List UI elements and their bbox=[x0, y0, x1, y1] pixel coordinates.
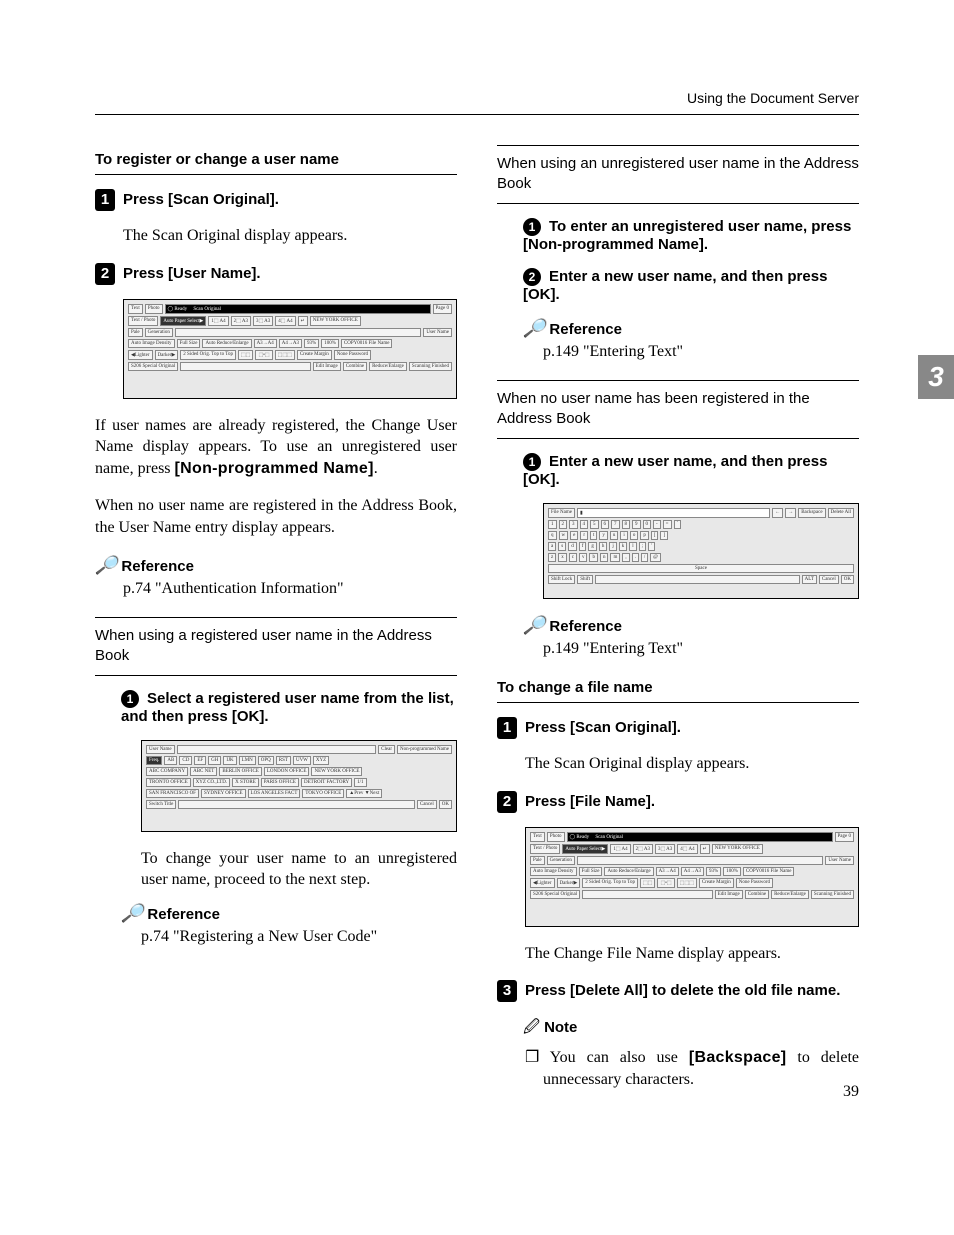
page-header: Using the Document Server bbox=[95, 90, 859, 114]
reference-icon: 🔎 bbox=[95, 555, 117, 575]
reference-body-1: p.74 "Authentication Information" bbox=[123, 578, 457, 600]
step-1-text: Press [Scan Original]. bbox=[123, 191, 279, 208]
screenshot-scan-original-2: TextPhoto◯ Ready Scan OriginalPage 0 Tex… bbox=[525, 827, 859, 927]
side-tab: 3 bbox=[918, 355, 954, 399]
reference-body-2: p.74 "Registering a New User Code" bbox=[141, 926, 457, 948]
reference-heading-1: 🔎Reference bbox=[95, 555, 457, 576]
step-3f-text: Press [Delete All] to delete the old fil… bbox=[525, 982, 840, 999]
step-marker-1f: 1 bbox=[497, 717, 517, 739]
section-title-change-filename: To change a file name bbox=[497, 679, 859, 703]
screenshot-user-name-list: User NameClearNon-programmed Name Freq.A… bbox=[141, 740, 457, 832]
reference-heading-3: 🔎Reference bbox=[523, 318, 859, 339]
reference-heading-4: 🔎Reference bbox=[523, 615, 859, 636]
step-1-body: The Scan Original display appears. bbox=[123, 225, 457, 247]
reference-icon: 🔎 bbox=[523, 615, 545, 635]
substep-enter-new-name: 2 Enter a new user name, and then press … bbox=[523, 268, 859, 304]
substep-1a-text: Select a registered user name from the l… bbox=[121, 690, 454, 725]
circle-marker-1c: 1 bbox=[523, 453, 541, 471]
reference-icon: 🔎 bbox=[121, 903, 143, 923]
substep-select-registered: 1 Select a registered user name from the… bbox=[121, 690, 457, 726]
subhead-registered-user: When using a registered user name in the… bbox=[95, 617, 457, 676]
substep-2b-text: Enter a new user name, and then press [O… bbox=[523, 268, 827, 303]
step-2-user-name: 2 Press [User Name]. bbox=[95, 263, 457, 285]
circle-marker-1a: 1 bbox=[121, 690, 139, 708]
step-marker-2f: 2 bbox=[497, 791, 517, 813]
step-1f-body: The Scan Original display appears. bbox=[525, 753, 859, 775]
substep-enter-unregistered: 1 To enter an unregistered user name, pr… bbox=[523, 218, 859, 254]
para-no-user-name: When no user name are registered in the … bbox=[95, 495, 457, 538]
change-filename-para: The Change File Name display appears. bbox=[525, 943, 859, 965]
reference-body-3: p.149 "Entering Text" bbox=[543, 341, 859, 363]
step-1f-text: Press [Scan Original]. bbox=[525, 719, 681, 736]
substep-enter-new-name-2: 1 Enter a new user name, and then press … bbox=[523, 453, 859, 489]
left-column: To register or change a user name 1 Pres… bbox=[95, 145, 457, 1091]
step-1-scan-original: 1 Press [Scan Original]. bbox=[95, 189, 457, 211]
note-body: ❐ You can also use [Backspace] to delete… bbox=[543, 1047, 859, 1090]
right-column: When using an unregistered user name in … bbox=[497, 145, 859, 1091]
screenshot-scan-original-1: TextPhoto◯ Ready Scan OriginalPage 0 Tex… bbox=[123, 299, 457, 399]
circle-marker-1b: 1 bbox=[523, 218, 541, 236]
step-marker-3f: 3 bbox=[497, 980, 517, 1002]
reference-icon: 🔎 bbox=[523, 318, 545, 338]
step-2f-text: Press [File Name]. bbox=[525, 793, 655, 810]
subhead-no-user-registered: When no user name has been registered in… bbox=[497, 380, 859, 439]
section-title-register-user: To register or change a user name bbox=[95, 151, 457, 175]
para-registered-users: If user names are already registered, th… bbox=[95, 415, 457, 480]
circle-marker-2b: 2 bbox=[523, 268, 541, 286]
substep-1-body: To change your user name to an unregiste… bbox=[141, 848, 457, 891]
page-number: 39 bbox=[843, 1083, 859, 1101]
step-2-text: Press [User Name]. bbox=[123, 265, 261, 282]
step-2-file-name: 2 Press [File Name]. bbox=[497, 791, 859, 813]
screenshot-keyboard: File Name▮←→BackspaceDelete All 12345678… bbox=[543, 503, 859, 599]
step-1-file-scan: 1 Press [Scan Original]. bbox=[497, 717, 859, 739]
subhead-unregistered-user: When using an unregistered user name in … bbox=[497, 145, 859, 204]
reference-body-4: p.149 "Entering Text" bbox=[543, 638, 859, 660]
step-marker-1: 1 bbox=[95, 189, 115, 211]
substep-1c-text: Enter a new user name, and then press [O… bbox=[523, 453, 827, 488]
reference-heading-2: 🔎Reference bbox=[121, 903, 457, 924]
step-marker-2: 2 bbox=[95, 263, 115, 285]
step-3-delete-all: 3 Press [Delete All] to delete the old f… bbox=[497, 980, 859, 1002]
note-heading: 🖉Note bbox=[523, 1016, 859, 1043]
note-icon: 🖉 bbox=[523, 1019, 540, 1036]
header-rule bbox=[95, 114, 859, 115]
substep-1b-text: To enter an unregistered user name, pres… bbox=[523, 218, 851, 253]
